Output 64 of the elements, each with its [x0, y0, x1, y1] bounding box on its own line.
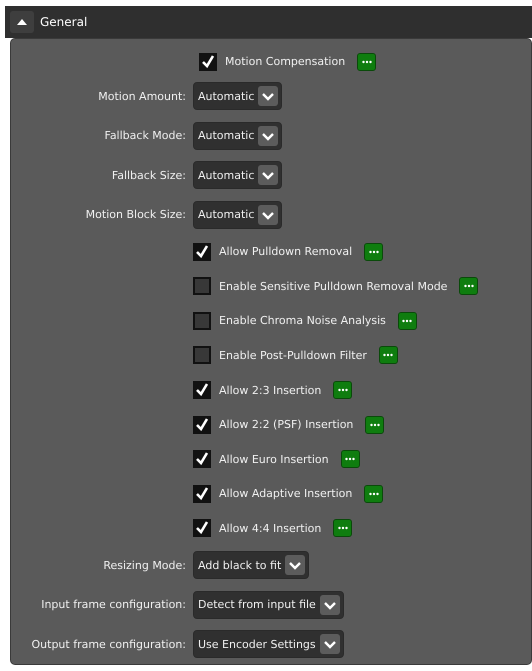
checkbox[interactable]	[193, 450, 211, 468]
chevron-down-icon	[320, 634, 340, 654]
dots-icon	[370, 422, 380, 427]
dropdown[interactable]: Automatic	[193, 122, 282, 150]
dots-icon	[345, 457, 356, 462]
field-label: Motion Amount:	[97, 90, 187, 103]
chevron-down-icon	[258, 126, 278, 146]
chevron-down-icon	[320, 594, 340, 615]
dropdown[interactable]: Automatic	[193, 82, 282, 110]
triangle-icon	[17, 19, 27, 25]
chevron-down-icon	[258, 204, 278, 225]
more-button[interactable]	[333, 519, 352, 538]
field-label: Fallback Size:	[110, 168, 187, 182]
field-label: Resizing Mode:	[102, 558, 187, 572]
more-button[interactable]	[398, 312, 417, 330]
more-button[interactable]	[340, 450, 360, 468]
more-button[interactable]	[459, 277, 478, 296]
more-button[interactable]	[365, 416, 384, 434]
checkbox[interactable]	[199, 52, 217, 71]
more-button[interactable]	[357, 52, 376, 71]
checkbox-label: Enable Chroma Noise Analysis	[219, 314, 386, 328]
more-button[interactable]	[364, 484, 384, 503]
dropdown[interactable]: Detect from input file	[193, 590, 344, 619]
section-title: General	[40, 15, 88, 29]
checkbox[interactable]	[193, 381, 211, 399]
dropdown[interactable]: Automatic	[193, 161, 282, 190]
dots-icon	[338, 526, 348, 530]
checkbox-label: Allow Euro Insertion	[219, 452, 329, 466]
checkbox-label: Motion Compensation	[225, 55, 346, 68]
dots-icon	[464, 284, 474, 288]
dropdown[interactable]: Use Encoder Settings	[193, 630, 344, 658]
checkbox[interactable]	[193, 346, 211, 364]
checkbox[interactable]	[193, 519, 211, 538]
checkbox[interactable]	[193, 416, 211, 434]
checkbox-label: Enable Post-Pulldown Filter	[219, 348, 367, 362]
field-label: Motion Block Size:	[84, 208, 187, 222]
checkbox-label: Enable Sensitive Pulldown Removal Mode	[219, 280, 448, 293]
checkbox-label: Allow 2:3 Insertion	[219, 384, 322, 396]
dots-icon	[368, 492, 379, 496]
more-button[interactable]	[364, 242, 384, 261]
chevron-down-icon	[285, 555, 306, 576]
dots-icon	[402, 318, 412, 323]
checkbox-label: Allow Adaptive Insertion	[219, 487, 352, 500]
chevron-down-icon	[258, 86, 278, 106]
checkbox[interactable]	[193, 312, 211, 330]
dropdown[interactable]: Add black to fit	[193, 551, 310, 580]
field-label: Output frame configuration:	[30, 638, 187, 651]
collapse-button[interactable]	[10, 11, 34, 33]
field-label: Fallback Mode:	[104, 129, 187, 142]
field-label: Input frame configuration:	[40, 598, 187, 612]
dots-icon	[383, 353, 394, 358]
checkbox-label: Allow 4:4 Insertion	[219, 522, 322, 535]
checkbox[interactable]	[193, 277, 211, 296]
checkbox-label: Allow 2:2 (PSF) Insertion	[219, 418, 354, 432]
more-button[interactable]	[333, 381, 352, 399]
dots-icon	[368, 250, 379, 254]
chevron-down-icon	[258, 165, 278, 186]
dots-icon	[338, 388, 348, 392]
more-button[interactable]	[378, 346, 398, 364]
dropdown[interactable]: Automatic	[193, 200, 282, 229]
dots-icon	[362, 60, 372, 64]
checkbox[interactable]	[193, 484, 211, 503]
checkbox[interactable]	[193, 242, 211, 261]
checkbox-label: Allow Pulldown Removal	[219, 245, 352, 258]
